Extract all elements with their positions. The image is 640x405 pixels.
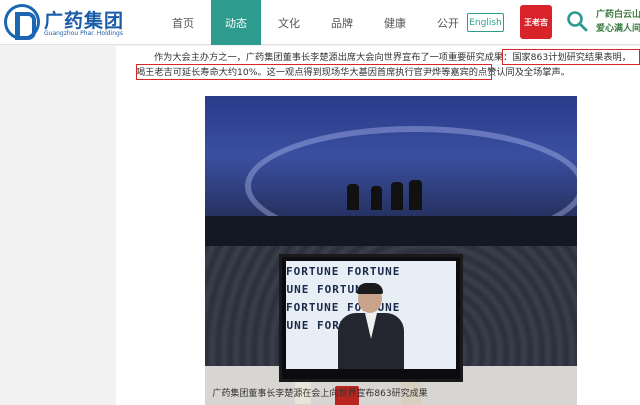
photo-caption: 广药集团董事长李楚源在会上向世界宣布863研究成果 [212, 389, 428, 399]
nav-item-culture[interactable]: 文化 [264, 0, 314, 45]
panelist [391, 182, 403, 210]
site-logo[interactable]: 广药集团 Guangzhou Phar. Holdings [4, 4, 123, 42]
nav-item-health[interactable]: 健康 [370, 0, 420, 45]
nav-item-news[interactable]: 动态 [211, 0, 261, 45]
panelist [371, 186, 382, 210]
speaker [338, 283, 404, 369]
fortune-text: FORTUNE [286, 301, 340, 314]
logo-text-cn: 广药集团 [44, 10, 125, 32]
brand-slogan: 广药白云山 爱心满人间 [596, 8, 640, 36]
nav-item-home[interactable]: 首页 [158, 0, 208, 45]
logo-mark-icon [4, 4, 40, 40]
panelist [409, 180, 422, 210]
monitor: FORTUNE FORTUNE FORTUNE FORTUNE FORTUNE … [279, 254, 463, 382]
panelist [347, 184, 359, 210]
highlight-box-2 [136, 64, 492, 80]
search-icon[interactable] [566, 10, 588, 32]
site-header: 广药集团 Guangzhou Phar. Holdings 首页 动态 文化 品… [0, 0, 640, 45]
fortune-text: FORTUNE [286, 265, 340, 278]
brand-slogan-line-2: 爱心满人间 [596, 24, 640, 34]
article-photo: FORTUNE FORTUNE FORTUNE FORTUNE FORTUNE … [205, 96, 577, 405]
fortune-text: FORTUNE [346, 265, 401, 278]
highlight-box-1 [502, 49, 640, 65]
english-button[interactable]: English [467, 13, 504, 32]
fortune-text: FORTUNE [286, 283, 310, 296]
fortune-text: FORTUNE [286, 319, 310, 332]
nav-item-public[interactable]: 公开 [423, 0, 473, 45]
monitor-display: FORTUNE FORTUNE FORTUNE FORTUNE FORTUNE … [286, 261, 456, 369]
nav-item-brand[interactable]: 品牌 [317, 0, 367, 45]
main-nav: 首页 动态 文化 品牌 健康 公开 [158, 0, 476, 45]
seal-text: 王老吉 [524, 17, 548, 27]
speaker-hair [357, 283, 383, 294]
fortune-backdrop-row: FORTUNE FORTUNE [286, 265, 456, 278]
article-body: 作为大会主办方之一，广药集团董事长李楚源出席大会向世界宣布了一项重要研究成果：国… [116, 46, 640, 405]
logo-text-en: Guangzhou Phar. Holdings [44, 30, 123, 37]
paragraph-intro: 作为大会主办方之一，广药集团董事长李楚源出席大会向世界宣布了一项重要研究成果： [154, 52, 513, 63]
brand-slogan-line-1: 广药白云山 [596, 10, 640, 20]
wanglaoji-seal-logo[interactable]: 王老吉 [520, 5, 552, 39]
